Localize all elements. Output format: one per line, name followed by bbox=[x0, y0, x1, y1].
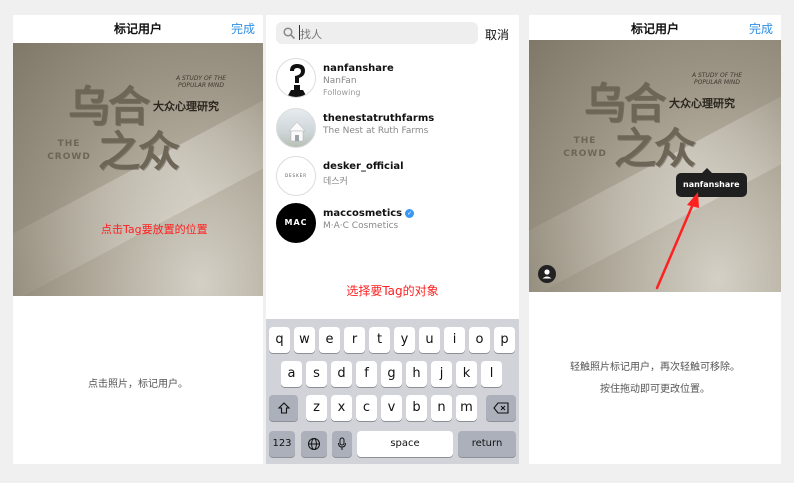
username-text: maccosmetics bbox=[323, 208, 403, 219]
key-y[interactable]: y bbox=[394, 327, 415, 353]
cover-crowd-text: THE CROWD bbox=[47, 139, 91, 162]
search-input[interactable]: 找人 bbox=[276, 22, 478, 44]
desker-logo: DESKER bbox=[284, 173, 308, 178]
question-mark-icon bbox=[287, 64, 307, 97]
avatar: DESKER bbox=[276, 156, 316, 196]
key-k[interactable]: k bbox=[456, 361, 477, 387]
annotation-arrow bbox=[655, 192, 699, 290]
full-name: 데스커 bbox=[323, 177, 348, 187]
key-f[interactable]: f bbox=[356, 361, 377, 387]
done-button[interactable]: 完成 bbox=[231, 20, 255, 37]
globe-key[interactable] bbox=[301, 431, 327, 457]
page-title: 标记用户 bbox=[113, 22, 162, 36]
key-t[interactable]: t bbox=[369, 327, 390, 353]
tag-caption: 点击照片，标记用户。 bbox=[88, 379, 188, 390]
full-name: M·A·C Cosmetics bbox=[323, 221, 399, 231]
key-z[interactable]: z bbox=[306, 395, 327, 421]
person-icon bbox=[542, 269, 552, 279]
right-panel: 标记用户 完成 乌合 之众 A STUDY OF THE POPULAR MIN… bbox=[529, 15, 781, 464]
avatar: MAC bbox=[276, 203, 316, 243]
select-instruction: 选择要Tag的对象 bbox=[346, 284, 439, 298]
backspace-icon bbox=[493, 401, 509, 414]
avatar bbox=[276, 108, 316, 148]
mac-logo: MAC bbox=[284, 218, 308, 227]
left-panel: 标记用户 完成 乌合 之众 A STUDY OF THE POPULAR MIN… bbox=[13, 15, 263, 464]
microphone-key[interactable] bbox=[332, 431, 352, 457]
return-key[interactable]: return bbox=[458, 431, 516, 457]
username: thenestatruthfarms bbox=[323, 113, 435, 124]
key-g[interactable]: g bbox=[381, 361, 402, 387]
drag-caption: 按住拖动即可更改位置。 bbox=[600, 384, 710, 395]
key-n[interactable]: n bbox=[431, 395, 452, 421]
key-s[interactable]: s bbox=[306, 361, 327, 387]
cancel-button[interactable]: 取消 bbox=[485, 26, 509, 43]
key-h[interactable]: h bbox=[406, 361, 427, 387]
cover-title-line2: 之众 bbox=[98, 127, 180, 176]
username: nanfanshare bbox=[323, 63, 394, 74]
key-v[interactable]: v bbox=[381, 395, 402, 421]
top-bar: 标记用户 完成 bbox=[13, 15, 263, 41]
full-name: The Nest at Ruth Farms bbox=[323, 126, 429, 136]
avatar bbox=[276, 58, 316, 98]
key-a[interactable]: a bbox=[281, 361, 302, 387]
key-o[interactable]: o bbox=[469, 327, 490, 353]
full-name: NanFan bbox=[323, 76, 357, 86]
cover-subtitle: 大众心理研究 bbox=[153, 100, 219, 113]
backspace-key[interactable] bbox=[486, 395, 516, 421]
key-x[interactable]: x bbox=[331, 395, 352, 421]
shift-key[interactable] bbox=[269, 395, 298, 421]
key-d[interactable]: d bbox=[331, 361, 352, 387]
verified-icon: ✓ bbox=[405, 208, 415, 218]
house-icon bbox=[288, 121, 306, 142]
microphone-icon bbox=[338, 437, 346, 450]
key-j[interactable]: j bbox=[431, 361, 452, 387]
middle-panel: 找人 取消 nanfanshare NanFan Following thene… bbox=[266, 15, 519, 464]
key-u[interactable]: u bbox=[419, 327, 440, 353]
photo[interactable]: 乌合 之众 A STUDY OF THE POPULAR MIND 大众心理研究… bbox=[529, 40, 781, 292]
username: desker_official bbox=[323, 161, 404, 172]
follow-status: Following bbox=[323, 88, 361, 97]
key-q[interactable]: q bbox=[269, 327, 290, 353]
top-bar: 标记用户 完成 bbox=[529, 15, 781, 41]
key-l[interactable]: l bbox=[481, 361, 502, 387]
search-placeholder: 找人 bbox=[300, 28, 322, 41]
tag-people-button[interactable] bbox=[538, 265, 556, 283]
key-c[interactable]: c bbox=[356, 395, 377, 421]
numbers-key[interactable]: 123 bbox=[269, 431, 295, 457]
tag-caption: 轻触照片标记用户，再次轻触可移除。 bbox=[570, 362, 740, 373]
photo[interactable]: 乌合 之众 A STUDY OF THE POPULAR MIND 大众心理研究… bbox=[13, 43, 263, 296]
key-p[interactable]: p bbox=[494, 327, 515, 353]
space-key[interactable]: space bbox=[357, 431, 453, 457]
key-w[interactable]: w bbox=[294, 327, 315, 353]
cover-study-text: A STUDY OF THE POPULAR MIND bbox=[175, 75, 227, 89]
tag-instruction: 点击Tag要放置的位置 bbox=[101, 223, 208, 236]
globe-icon bbox=[308, 437, 320, 450]
username: maccosmetics ✓ bbox=[323, 208, 415, 219]
user-row[interactable]: DESKER desker_official 데스커 bbox=[276, 156, 516, 202]
key-b[interactable]: b bbox=[406, 395, 427, 421]
keyboard: q w e r t y u i o p a s d f g h j k l z … bbox=[266, 319, 519, 464]
key-e[interactable]: e bbox=[319, 327, 340, 353]
done-button[interactable]: 完成 bbox=[749, 20, 773, 37]
key-i[interactable]: i bbox=[444, 327, 465, 353]
user-row[interactable]: thenestatruthfarms The Nest at Ruth Farm… bbox=[276, 108, 516, 154]
search-icon bbox=[283, 27, 295, 39]
shift-icon bbox=[277, 401, 290, 414]
key-m[interactable]: m bbox=[456, 395, 477, 421]
user-row[interactable]: MAC maccosmetics ✓ M·A·C Cosmetics bbox=[276, 203, 516, 249]
user-row[interactable]: nanfanshare NanFan Following bbox=[276, 58, 516, 104]
key-r[interactable]: r bbox=[344, 327, 365, 353]
page-title: 标记用户 bbox=[630, 22, 679, 36]
